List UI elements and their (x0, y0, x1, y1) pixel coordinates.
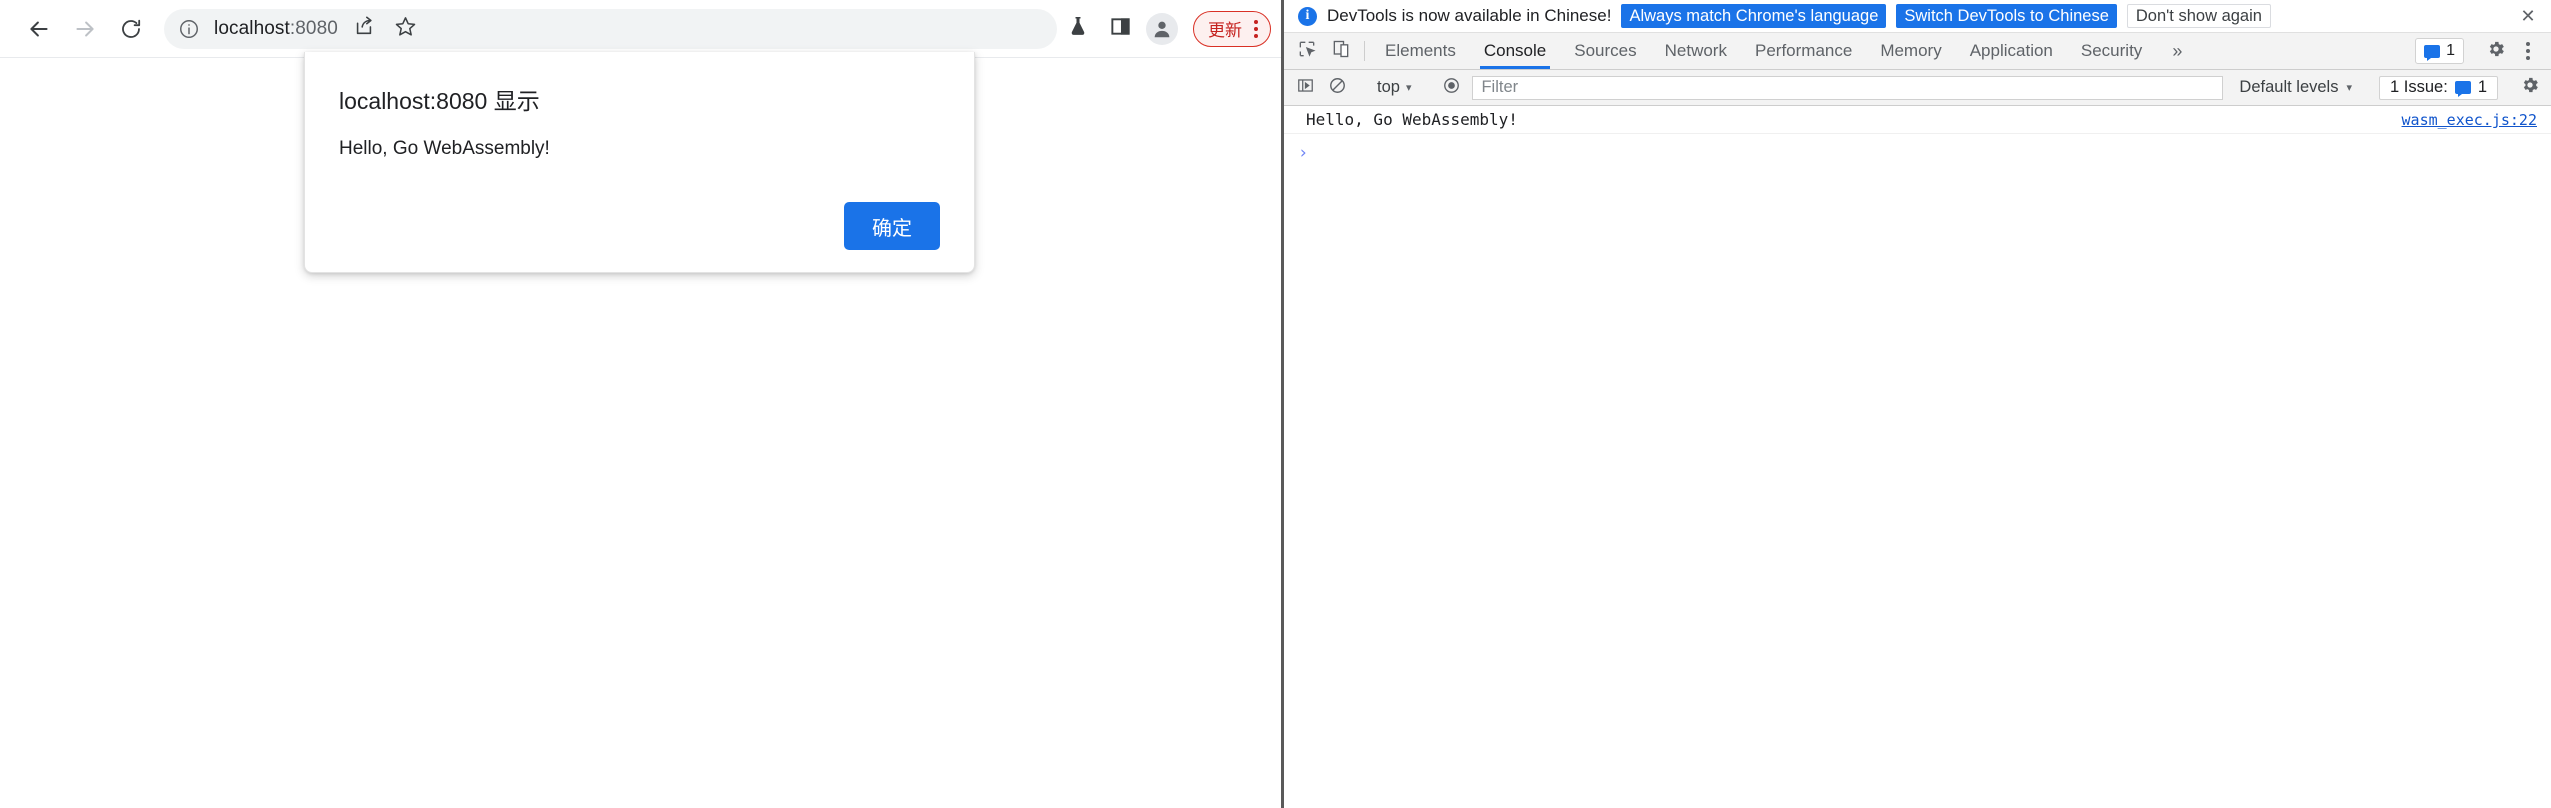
devtools-tabbar-actions: 1 (2415, 33, 2551, 69)
console-prompt-input[interactable] (1318, 140, 2537, 158)
tab-performance[interactable]: Performance (1741, 33, 1866, 69)
address-bar[interactable]: localhost:8080 (164, 8, 1057, 49)
dialog-message: Hello, Go WebAssembly! (339, 138, 550, 159)
console-context-selector[interactable]: top ▾ (1369, 76, 1419, 100)
forward-arrow-icon (72, 16, 98, 42)
dialog-title: localhost:8080 显示 (339, 88, 540, 114)
tab-memory[interactable]: Memory (1866, 33, 1955, 69)
console-sidebar-toggle[interactable] (1290, 73, 1320, 103)
devtools-tabbar: Elements Console Sources Network Perform… (1284, 33, 2551, 70)
update-button-label: 更新 (1208, 21, 1242, 40)
experiments-button[interactable] (1057, 8, 1099, 50)
banner-match-language-button[interactable]: Always match Chrome's language (1621, 4, 1887, 28)
back-button[interactable] (16, 6, 62, 52)
browser-pane: localhost:8080 更新 localhost:8080 显示 Hell… (0, 0, 1281, 808)
tab-application[interactable]: Application (1956, 33, 2067, 69)
profile-button[interactable] (1141, 8, 1183, 50)
device-toolbar-icon (1331, 39, 1351, 64)
devtools-menu-button[interactable] (2513, 36, 2543, 66)
live-expression-button[interactable] (1436, 73, 1466, 103)
omnibox-actions (344, 9, 426, 49)
bookmark-button[interactable] (386, 9, 426, 49)
flask-icon (1066, 14, 1090, 43)
issues-badge[interactable]: 1 (2415, 38, 2464, 64)
console-output[interactable]: Hello, Go WebAssembly! wasm_exec.js:22 › (1284, 106, 2551, 808)
banner-switch-chinese-button[interactable]: Switch DevTools to Chinese (1896, 4, 2117, 28)
side-panel-button[interactable] (1099, 8, 1141, 50)
reload-button[interactable] (108, 6, 154, 52)
prompt-caret-icon: › (1298, 143, 1309, 163)
issue-pill-count: 1 (2477, 78, 2487, 96)
back-arrow-icon (26, 16, 52, 42)
three-dot-menu-icon[interactable] (1250, 19, 1262, 38)
javascript-alert-dialog: localhost:8080 显示 Hello, Go WebAssembly!… (304, 52, 975, 273)
clear-console-icon (1328, 76, 1347, 100)
console-settings-button[interactable] (2515, 73, 2545, 103)
inspect-element-button[interactable] (1290, 33, 1324, 69)
console-toolbar: top ▾ Default levels ▾ 1 Issue: 1 (1284, 70, 2551, 106)
issues-badge-count: 1 (2446, 42, 2455, 59)
log-levels-label: Default levels (2239, 78, 2339, 96)
share-icon (353, 15, 375, 42)
console-issues-button[interactable]: 1 Issue: 1 (2379, 75, 2498, 100)
forward-button[interactable] (62, 6, 108, 52)
eye-icon (1442, 76, 1461, 100)
devtools-language-banner: i DevTools is now available in Chinese! … (1284, 0, 2551, 33)
console-filter-input[interactable] (1472, 75, 2224, 100)
device-toolbar-button[interactable] (1324, 33, 1358, 69)
issues-chat-icon (2454, 81, 2471, 97)
tab-network[interactable]: Network (1651, 33, 1741, 69)
console-log-levels-selector[interactable]: Default levels ▾ (2229, 76, 2362, 100)
chevron-down-icon: ▾ (1405, 82, 1412, 94)
dialog-actions: 确定 (339, 202, 940, 250)
url-port: :8080 (289, 17, 338, 39)
gear-icon (2486, 39, 2506, 64)
three-dot-menu-icon (2526, 42, 2530, 60)
update-button[interactable]: 更新 (1193, 10, 1271, 47)
banner-text: DevTools is now available in Chinese! (1327, 6, 1612, 25)
issues-chat-icon (2424, 44, 2441, 61)
tab-sources[interactable]: Sources (1560, 33, 1650, 69)
reload-icon (119, 17, 143, 41)
bookmark-star-icon (394, 15, 417, 43)
browser-window: localhost:8080 更新 localhost:8080 显示 Hell… (0, 0, 2551, 808)
dialog-ok-button[interactable]: 确定 (844, 202, 940, 250)
issue-pill-label: 1 Issue: (2390, 78, 2448, 96)
console-prompt[interactable]: › (1284, 134, 2551, 167)
address-bar-text: localhost:8080 (214, 18, 338, 40)
more-tabs-button[interactable]: » (2156, 33, 2198, 69)
info-icon: i (1298, 6, 1317, 26)
banner-dismiss-button[interactable]: Don't show again (2126, 4, 2271, 28)
console-context-label: top (1377, 78, 1400, 96)
console-sidebar-icon (1296, 76, 1315, 100)
console-message-row[interactable]: Hello, Go WebAssembly! wasm_exec.js:22 (1284, 106, 2551, 134)
devtools-pane: i DevTools is now available in Chinese! … (1284, 0, 2551, 808)
browser-toolbar: localhost:8080 更新 (0, 0, 1281, 58)
console-source-link[interactable]: wasm_exec.js:22 (2402, 111, 2537, 129)
tab-security[interactable]: Security (2067, 33, 2156, 69)
page-viewport: localhost:8080 显示 Hello, Go WebAssembly!… (0, 52, 1281, 808)
share-button[interactable] (344, 9, 384, 49)
site-info-icon[interactable] (178, 18, 200, 40)
devtools-settings-button[interactable] (2481, 36, 2511, 66)
tab-console[interactable]: Console (1470, 33, 1560, 69)
url-host: localhost (214, 17, 290, 39)
inspect-element-icon (1297, 39, 1317, 64)
profile-avatar-icon (1146, 12, 1178, 45)
close-icon[interactable]: ✕ (2517, 5, 2539, 27)
console-message-text: Hello, Go WebAssembly! (1306, 110, 1518, 129)
chevron-down-icon: ▾ (2346, 82, 2353, 94)
side-panel-icon (1109, 15, 1132, 43)
toolbar-divider (1364, 41, 1365, 61)
tab-elements[interactable]: Elements (1371, 33, 1470, 69)
gear-icon (2520, 75, 2540, 100)
clear-console-button[interactable] (1322, 73, 1352, 103)
